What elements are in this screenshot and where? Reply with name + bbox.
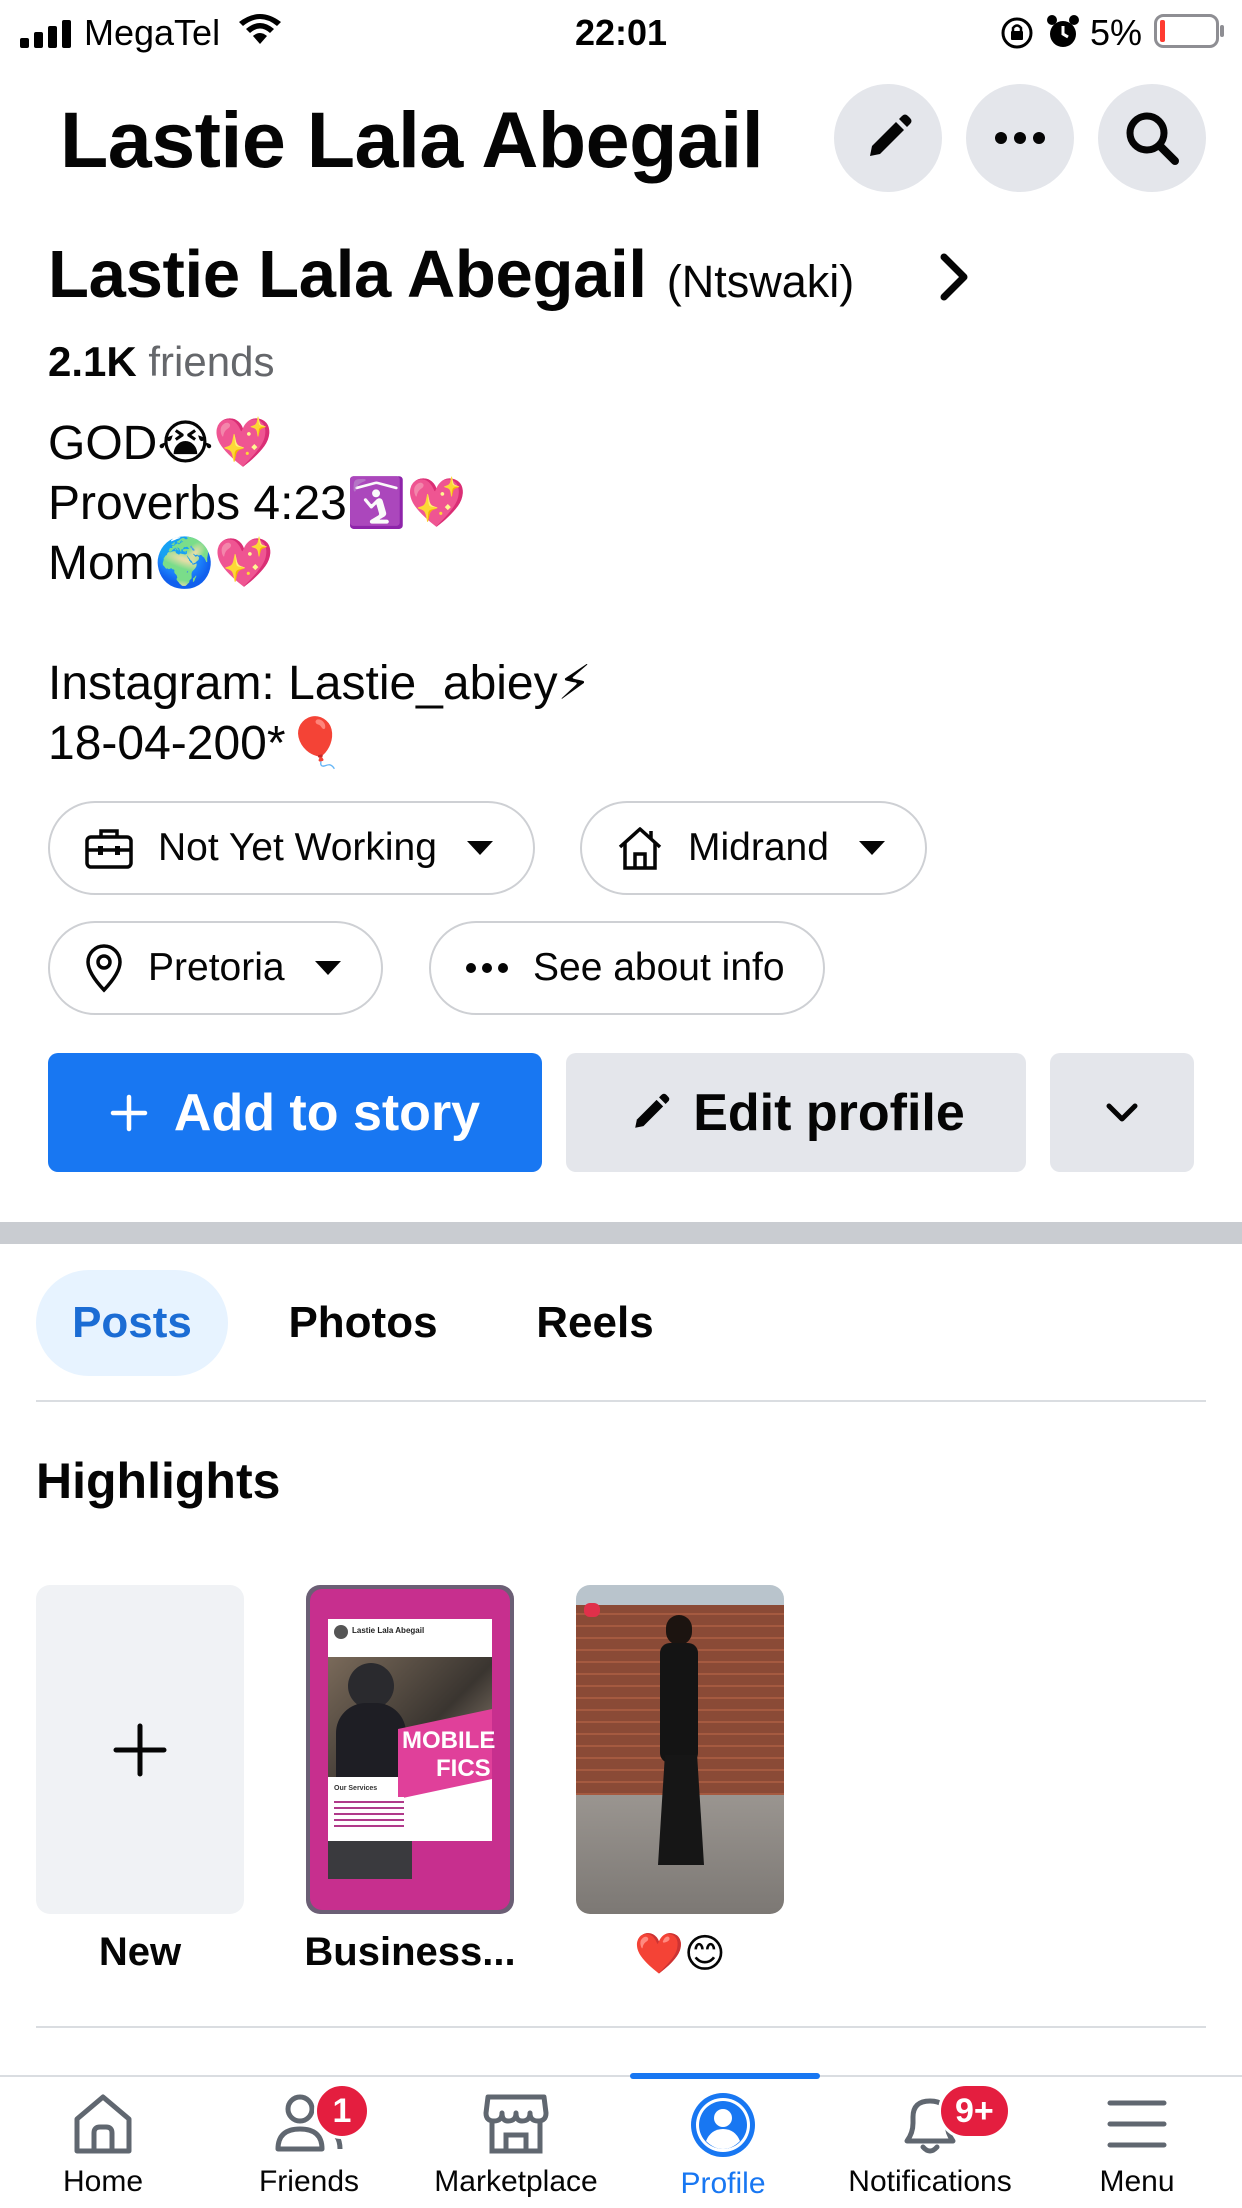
bio-line: Proverbs 4:23🛐💖	[48, 477, 467, 530]
about-info-chip[interactable]: See about info	[429, 921, 825, 1015]
profile-more-button[interactable]	[1050, 1053, 1194, 1172]
tab-menu[interactable]: Menu	[1037, 2089, 1237, 2199]
active-tab-indicator	[630, 2073, 820, 2079]
chevron-right-icon[interactable]	[938, 252, 970, 302]
bio-line: 18-04-200*🎈	[48, 717, 346, 770]
bio-line	[48, 594, 591, 654]
profile-alt-name: (Ntswaki)	[666, 256, 855, 307]
tab-home-label: Home	[62, 2165, 144, 2198]
location-text: Pretoria	[148, 946, 285, 989]
friends-label: friends	[148, 338, 275, 385]
friends-count[interactable]: 2.1K friends	[48, 338, 274, 386]
tab-posts[interactable]: Posts	[36, 1270, 228, 1376]
friends-number: 2.1K	[48, 338, 137, 385]
search-button[interactable]	[1098, 84, 1206, 192]
battery-icon	[1154, 14, 1226, 48]
page-title: Lastie Lala Abegail	[60, 95, 764, 184]
highlights-title: Highlights	[36, 1453, 281, 1509]
chevron-down-icon	[1105, 1102, 1139, 1124]
bio-line: GOD😭💖	[48, 417, 274, 470]
caret-down-icon	[465, 839, 495, 857]
highlight-label-business: Business...	[304, 1930, 516, 1974]
tab-profile[interactable]: Profile	[623, 2089, 823, 2201]
highlights-divider	[36, 2026, 1206, 2028]
tab-marketplace[interactable]: Marketplace	[416, 2089, 616, 2199]
plus-icon	[112, 1722, 168, 1778]
search-icon	[1123, 109, 1181, 167]
highlight-label-photo: ❤️😊	[634, 1932, 726, 1976]
plus-icon	[110, 1094, 148, 1132]
tab-menu-label: Menu	[1099, 2165, 1175, 2198]
tab-reels[interactable]: Reels	[500, 1270, 690, 1376]
tabs-divider	[36, 1400, 1206, 1402]
tab-notifications-label: Notifications	[848, 2165, 1012, 2198]
tab-friends-label: Friends	[258, 2165, 360, 2198]
poster-fics-text: FICS	[436, 1755, 491, 1782]
poster-services-text: Our Services	[334, 1785, 378, 1792]
highlight-label-new: New	[98, 1930, 182, 1974]
profile-icon	[623, 2089, 823, 2161]
edit-button[interactable]	[834, 84, 942, 192]
home-chip[interactable]: Midrand	[580, 801, 927, 895]
poster-mobile-text: MOBILE	[402, 1727, 496, 1754]
menu-icon	[1037, 2089, 1237, 2159]
profile-bio: GOD😭💖 Proverbs 4:23🛐💖 Mom🌍💖 Instagram: L…	[48, 414, 591, 774]
status-bar: MegaTel 22:01 5%	[0, 0, 1242, 62]
edit-profile-button[interactable]: Edit profile	[566, 1053, 1026, 1172]
house-icon	[616, 825, 664, 871]
location-chip[interactable]: Pretoria	[48, 921, 383, 1015]
profile-name-link[interactable]: Lastie Lala Abegail (Ntswaki)	[48, 236, 854, 313]
tab-marketplace-label: Marketplace	[434, 2165, 598, 2198]
bio-line: Mom🌍💖	[48, 537, 275, 590]
friends-icon	[209, 2089, 409, 2159]
highlight-card-business[interactable]: Lastie Lala Abegail MOBILE FICS Our Serv…	[306, 1585, 514, 1914]
poster-name: Lastie Lala Abegail	[352, 1626, 425, 1635]
work-chip[interactable]: Not Yet Working	[48, 801, 535, 895]
work-text: Not Yet Working	[158, 826, 437, 869]
tab-profile-label: Profile	[680, 2167, 766, 2200]
home-icon	[3, 2089, 203, 2159]
caret-down-icon	[313, 959, 343, 977]
new-highlight-card[interactable]	[36, 1585, 244, 1914]
edit-profile-label: Edit profile	[693, 1083, 965, 1142]
map-pin-icon	[84, 943, 124, 993]
add-to-story-button[interactable]: Add to story	[48, 1053, 542, 1172]
add-to-story-label: Add to story	[173, 1083, 481, 1142]
more-options-button[interactable]	[966, 84, 1074, 192]
caret-down-icon	[857, 839, 887, 857]
notifications-badge: 9+	[938, 2083, 1011, 2139]
tab-friends[interactable]: Friends	[209, 2089, 409, 2199]
bottom-tab-bar: Home Friends 1 Marketplace Profile Notif…	[0, 2073, 1242, 2208]
poster-image: Lastie Lala Abegail MOBILE FICS Our Serv…	[328, 1619, 496, 1879]
bio-line: Instagram: Lastie_abiey⚡	[48, 657, 592, 710]
tab-photos[interactable]: Photos	[270, 1270, 456, 1376]
battery-percentage: 5%	[1090, 12, 1143, 53]
tab-home[interactable]: Home	[3, 2089, 203, 2199]
home-text: Midrand	[688, 826, 829, 869]
rotation-lock-icon	[1000, 16, 1034, 50]
marketplace-icon	[416, 2089, 616, 2159]
more-icon	[994, 131, 1046, 145]
pencil-icon	[860, 110, 916, 166]
about-info-text: See about info	[533, 946, 785, 989]
alarm-icon	[1046, 14, 1080, 50]
highlight-card-photo[interactable]	[576, 1585, 784, 1914]
briefcase-icon	[84, 826, 134, 870]
friends-badge: 1	[314, 2083, 370, 2139]
section-divider	[0, 1222, 1242, 1244]
profile-name: Lastie Lala Abegail	[48, 237, 647, 312]
pencil-icon	[627, 1090, 673, 1136]
more-icon	[465, 962, 509, 974]
